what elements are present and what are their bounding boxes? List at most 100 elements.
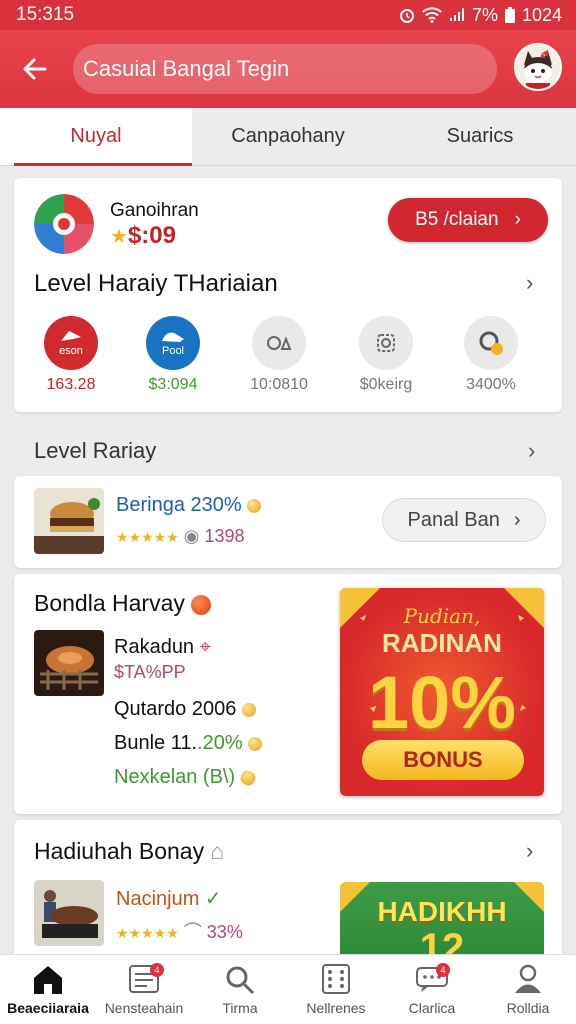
home-icon — [34, 965, 62, 994]
account-price-value: $:09 — [127, 222, 176, 249]
bonus-section-card: Hadiuhah Bonay ⌂ › Nacinjum ✓ ★★★★★ ⌒ 33… — [14, 820, 562, 954]
building-icon: ⌂ — [210, 838, 225, 864]
stat-item[interactable]: 3400% — [436, 316, 546, 394]
nav-list[interactable]: 4 Nensteahain — [96, 955, 192, 1024]
nav-chat[interactable]: 4 Clarlica — [384, 955, 480, 1024]
stat-item[interactable]: $0keirg — [331, 316, 441, 394]
stars-icon: ★★★★★ — [116, 529, 179, 545]
promo-percent: 10% — [367, 661, 517, 744]
stat-value: 3400% — [466, 376, 516, 393]
promo-script: Pudian, — [403, 604, 481, 628]
promo2-number: 12 — [419, 926, 465, 954]
signal-icon — [449, 8, 464, 21]
account-price: ★$:09 — [110, 222, 176, 250]
avatar[interactable] — [514, 43, 562, 91]
bonus-section-heading: Hadiuhah Bonay ⌂ — [34, 838, 225, 864]
star-icon: ★ — [110, 226, 128, 248]
notification-badge: 4 — [436, 963, 450, 977]
featured-title: Rakadun ⌖ — [114, 636, 211, 658]
account-name: Ganoihran — [110, 200, 199, 221]
nav-profile[interactable]: Rolldia — [480, 955, 576, 1024]
wifi-icon — [422, 7, 442, 23]
bonus-item-title: Nacinjum ✓ — [116, 888, 222, 910]
back-button[interactable] — [0, 30, 70, 108]
stat-item[interactable]: 10:0810 — [224, 316, 334, 394]
stars-icon: ★★★★★ — [116, 925, 179, 941]
tab-bar: Nuyal Canpaohany Suarics — [0, 108, 576, 166]
battery-text: 1024 — [521, 4, 562, 25]
brand-logo-icon — [34, 194, 94, 254]
summary-card: Ganoihran ★$:09 B5 /claian › Level Harai… — [14, 178, 562, 412]
dice-icon — [322, 963, 350, 994]
bonus-button[interactable]: BONUS — [362, 740, 524, 780]
bottom-nav: Beaeciiaraia 4 Nensteahain Tirma Nellren… — [0, 954, 576, 1024]
featured-heading: Bondla Harvay — [34, 590, 212, 617]
nav-games[interactable]: Nellrenes — [288, 955, 384, 1024]
promo-banner-2[interactable]: HADIKHH 12 — [340, 882, 544, 954]
coin-icon — [241, 702, 256, 717]
item-rating: ★★★★★ ◉ 1398 — [116, 526, 245, 546]
back-arrow-icon — [23, 58, 47, 80]
burger-thumbnail — [34, 488, 104, 554]
grill-thumbnail — [34, 630, 104, 696]
chevron-right-icon: › — [513, 508, 521, 531]
tag-icon: ⌖ — [199, 636, 211, 658]
badge-icon: eson — [44, 316, 98, 370]
section-chevron-button[interactable]: › — [528, 438, 535, 464]
mushroom-icon: ⌒ — [183, 922, 202, 942]
coin-search-icon — [464, 316, 518, 370]
nav-search[interactable]: Tirma — [192, 955, 288, 1024]
tab-nuyal[interactable]: Nuyal — [0, 108, 192, 166]
search-icon — [226, 966, 255, 994]
claim-button-label: B5 /claian — [415, 209, 499, 230]
check-icon: ✓ — [204, 888, 222, 910]
chevron-right-icon: › — [514, 209, 521, 230]
promo-title: RADINAN — [382, 628, 502, 658]
promo2-title: HADIKHH — [377, 896, 507, 927]
bonus-section-chevron-button[interactable]: › — [526, 838, 533, 864]
tomato-icon — [191, 594, 212, 615]
gear-icon — [359, 316, 413, 370]
user-icon — [515, 964, 541, 993]
item-title: Beringa 230% — [116, 494, 262, 517]
search-input[interactable]: Casuial Bangal Tegin — [73, 44, 497, 94]
status-bar: 15:315 7% 1024 — [0, 0, 576, 30]
search-text: Casuial Bangal Tegin — [83, 56, 290, 81]
app-bar: Casuial Bangal Tegin — [0, 30, 576, 108]
level-title: Level Haraiy THariaian — [34, 270, 278, 297]
bonus-item-rating: ★★★★★ ⌒ 33% — [116, 922, 243, 942]
tab-suarics[interactable]: Suarics — [384, 108, 576, 165]
status-icons: 7% 1024 — [398, 5, 562, 26]
nav-home[interactable]: Beaeciiaraia — [0, 955, 96, 1024]
featured-line: Bunle 11..20% — [114, 732, 263, 755]
stat-item[interactable]: eson 163.28 — [16, 316, 126, 394]
notification-badge: 4 — [150, 963, 164, 977]
promo-banner[interactable]: Pudian, RADINAN 10% BONUS — [340, 588, 544, 796]
list-item[interactable]: Beringa 230% ★★★★★ ◉ 1398 Panal Ban › — [14, 476, 562, 568]
coin-icon — [247, 498, 262, 513]
featured-line: Nexkelan (B\) — [114, 766, 258, 789]
signal-text: 7% — [471, 4, 498, 25]
stat-item[interactable]: Pool $3:094 — [118, 316, 228, 394]
coin-icon — [248, 736, 263, 751]
section-header: Level Rariay — [34, 438, 157, 463]
shoe-icon: Pool — [146, 316, 200, 370]
stat-value: 10:0810 — [250, 376, 308, 393]
battery-icon — [504, 7, 515, 23]
stat-value: $3:094 — [148, 376, 198, 393]
stat-value: 163.28 — [46, 376, 96, 393]
tab-canpaohany[interactable]: Canpaohany — [192, 108, 384, 165]
featured-subtitle: $TA%PP — [114, 662, 186, 682]
claim-button[interactable]: B5 /claian › — [388, 198, 548, 242]
cat-avatar-icon — [516, 45, 560, 89]
eye-icon: ◉ — [183, 526, 200, 546]
featured-card: Bondla Harvay Rakadun ⌖ $TA%PP Qutardo 2… — [14, 574, 562, 814]
chat-icon — [252, 316, 306, 370]
status-time: 15:315 — [16, 4, 75, 25]
alarm-icon — [399, 9, 414, 23]
panal-ban-button[interactable]: Panal Ban › — [382, 498, 546, 542]
level-chevron-button[interactable]: › — [526, 270, 533, 296]
stat-value: $0keirg — [359, 376, 413, 393]
featured-line: Qutardo 2006 — [114, 698, 256, 721]
coin-icon — [238, 768, 258, 788]
